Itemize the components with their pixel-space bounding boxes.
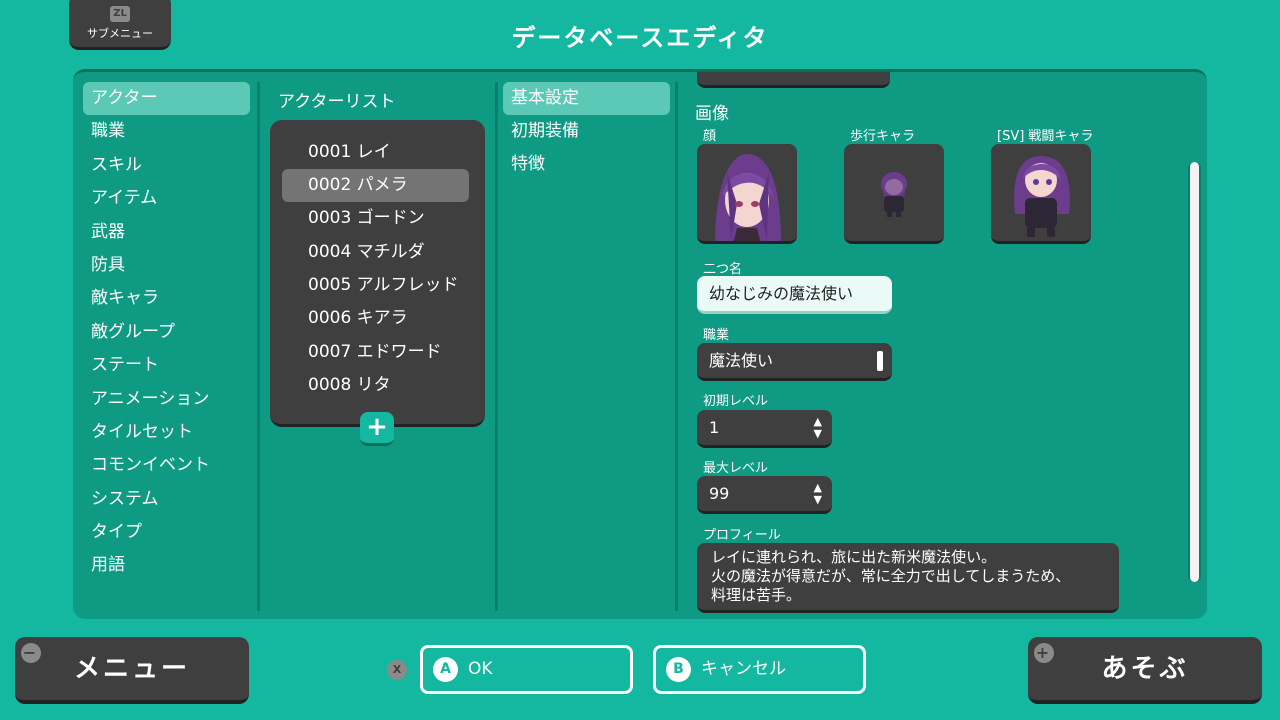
category-list: アクター 職業 スキル アイテム 武器 防具 敵キャラ 敵グループ ステート ア… [83,82,250,583]
plus-key-icon: + [1034,643,1054,663]
category-item-troop[interactable]: 敵グループ [83,316,250,349]
class-select-value: 魔法使い [709,351,774,370]
actor-list-item-selected[interactable]: 0002 パメラ [282,169,469,202]
select-indicator-icon [877,351,883,371]
max-level-value: 99 [709,484,730,503]
battler-image-slot[interactable] [991,144,1091,244]
category-item-actor[interactable]: アクター [83,82,250,116]
tab-basic-settings[interactable]: 基本設定 [503,82,670,115]
actor-list-item[interactable]: 0008 リタ [282,369,469,402]
category-item-system[interactable]: システム [83,483,250,516]
plus-icon: + [366,412,388,442]
nickname-input[interactable]: 幼なじみの魔法使い [697,276,892,314]
profile-label: プロフィール [703,528,781,543]
stepper-arrows-icon: ▲ ▼ [813,415,822,440]
scrollbar-thumb[interactable] [1190,162,1199,582]
ok-button[interactable]: A OK [420,645,633,694]
initial-level-value: 1 [709,418,720,437]
category-item-armor[interactable]: 防具 [83,249,250,282]
face-portrait-icon [715,154,781,241]
class-label: 職業 [703,328,730,343]
category-item-terms[interactable]: 用語 [83,549,250,582]
play-button-label: あそぶ [1101,654,1189,684]
battler-label: [SV] 戦闘キャラ [997,129,1094,144]
settings-tabs: 基本設定 初期装備 特徴 [503,82,670,181]
actor-list-item[interactable]: 0004 マチルダ [282,236,469,269]
name-field[interactable] [697,72,890,88]
category-item-type[interactable]: タイプ [83,516,250,549]
page-title: データベースエディタ [511,24,769,52]
menu-button[interactable]: − メニュー [15,637,249,704]
x-key-icon: X [387,660,407,680]
face-image-slot[interactable] [697,144,797,244]
form-scrollbar[interactable] [1188,162,1201,582]
category-item-item[interactable]: アイテム [83,182,250,215]
a-key-icon: A [433,657,458,682]
initial-level-stepper[interactable]: 1 ▲ ▼ [697,410,832,448]
actor-list-item[interactable]: 0005 アルフレッド [282,269,469,302]
battler-sprite-icon [1014,156,1070,237]
nickname-label: 二つ名 [703,262,743,277]
actor-list-title: アクターリスト [278,92,396,112]
walk-sprite-label: 歩行キャラ [850,129,916,144]
ok-button-label: OK [468,659,493,679]
max-level-label: 最大レベル [703,461,769,476]
actor-form: 画像 顔 歩行キャラ [SV] 戦闘キャラ 二つ名 幼なじみの魔法使い 職業 魔… [693,72,1193,619]
minus-key-icon: − [21,643,41,663]
stepper-arrows-icon: ▲ ▼ [813,481,822,506]
menu-button-label: メニュー [73,654,190,684]
cancel-button-label: キャンセル [701,659,786,679]
actor-list-item[interactable]: 0003 ゴードン [282,202,469,235]
b-key-icon: B [666,657,691,682]
editor-panel: アクター 職業 スキル アイテム 武器 防具 敵キャラ 敵グループ ステート ア… [73,69,1207,619]
add-actor-button[interactable]: + [360,412,394,446]
play-button[interactable]: + あそぶ [1028,637,1262,704]
max-level-stepper[interactable]: 99 ▲ ▼ [697,476,832,514]
walk-sprite-icon [881,172,907,217]
category-item-weapon[interactable]: 武器 [83,216,250,249]
category-item-enemy[interactable]: 敵キャラ [83,282,250,315]
class-select[interactable]: 魔法使い [697,343,892,381]
initial-level-label: 初期レベル [703,394,769,409]
profile-textarea[interactable]: レイに連れられ、旅に出た新米魔法使い。 火の魔法が得意だが、常に全力で出してしま… [697,543,1119,613]
category-item-state[interactable]: ステート [83,349,250,382]
category-item-tileset[interactable]: タイルセット [83,416,250,449]
actor-list-item[interactable]: 0006 キアラ [282,302,469,335]
actor-list-item[interactable]: 0007 エドワード [282,336,469,369]
actor-list-item[interactable]: 0001 レイ [282,136,469,169]
walk-sprite-slot[interactable] [844,144,944,244]
category-item-class[interactable]: 職業 [83,115,250,148]
image-section-label: 画像 [695,104,729,124]
actor-list: 0001 レイ 0002 パメラ 0003 ゴードン 0004 マチルダ 000… [270,120,485,427]
category-item-skill[interactable]: スキル [83,149,250,182]
category-item-common-event[interactable]: コモンイベント [83,449,250,482]
tab-initial-equipment[interactable]: 初期装備 [503,115,670,148]
column-divider [257,82,260,611]
category-item-animation[interactable]: アニメーション [83,383,250,416]
column-divider [675,82,678,611]
tab-traits[interactable]: 特徴 [503,148,670,181]
face-label: 顔 [703,129,717,144]
column-divider [495,82,498,611]
cancel-button[interactable]: B キャンセル [653,645,866,694]
